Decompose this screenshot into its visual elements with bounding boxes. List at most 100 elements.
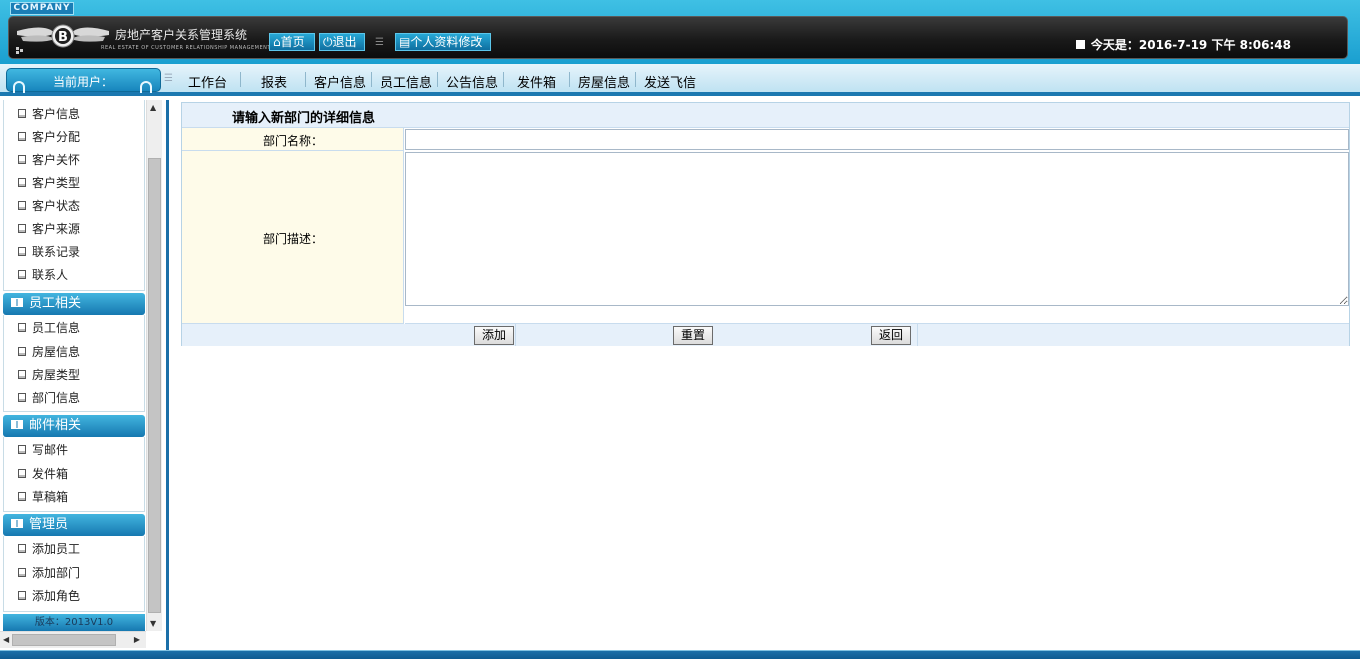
sidebar-item-customer-source[interactable]: 客户来源	[18, 219, 138, 239]
cell-separator	[917, 324, 918, 346]
home-button[interactable]: ⌂首页	[269, 33, 315, 51]
sidebar-item-customer-status[interactable]: 客户状态	[18, 196, 138, 216]
bottom-strip	[0, 650, 1360, 659]
date-display: 今天是：2016-7-19 下午 8:06:48	[1075, 36, 1291, 53]
sidebar-divider[interactable]	[162, 100, 169, 650]
nav-separator	[437, 72, 438, 87]
header: COMPANY B 房地产客户关系管理系统 REAL ESTATE OF CUS…	[0, 0, 1360, 64]
system-subtitle: REAL ESTATE OF CUSTOMER RELATIONSHIP MAN…	[101, 45, 296, 51]
cell-separator	[515, 324, 516, 346]
form-title-row: 请输入新部门的详细信息	[182, 103, 1349, 128]
department-form: 请输入新部门的详细信息 部门名称： 部门描述： 添加 重置 返回	[181, 102, 1350, 346]
sidebar-item-dept-info[interactable]: 部门信息	[18, 388, 138, 408]
section-admin[interactable]: 管理员	[3, 514, 145, 536]
sidebar-item-label: 发件箱	[32, 467, 69, 481]
reset-button[interactable]: 重置	[673, 326, 713, 345]
add-button[interactable]: 添加	[474, 326, 514, 345]
sidebar-item-label: 草稿箱	[32, 490, 69, 504]
document-icon	[18, 178, 26, 187]
sidebar-item-add-employee[interactable]: 添加员工	[18, 539, 138, 559]
sidebar-item-label: 客户状态	[32, 199, 81, 213]
sidebar-item-label: 部门信息	[32, 391, 81, 405]
nav-separator	[635, 72, 636, 87]
document-icon	[18, 132, 26, 141]
sidebar-item-label: 添加部门	[32, 566, 81, 580]
document-icon	[18, 568, 26, 577]
dept-desc-label: 部门描述：	[262, 232, 323, 246]
section-employee[interactable]: 员工相关	[3, 293, 145, 315]
sidebar-item-label: 联系记录	[32, 245, 81, 259]
document-icon	[18, 492, 26, 501]
nav-item-workbench[interactable]: 工作台	[188, 72, 227, 91]
sidebar-item-add-role[interactable]: 添加角色	[18, 586, 138, 606]
sidebar-item-write-mail[interactable]: 写邮件	[18, 440, 138, 460]
current-user-box: 当前用户：	[6, 68, 161, 93]
document-icon	[18, 155, 26, 164]
scroll-up-icon[interactable]: ▲	[150, 103, 156, 112]
current-user-label: 当前用户：	[53, 75, 114, 89]
document-icon	[18, 591, 26, 600]
logout-button[interactable]: ⏻退出	[319, 33, 365, 51]
nav-separator	[371, 72, 372, 87]
nav-separator	[503, 72, 504, 87]
document-icon	[18, 323, 26, 332]
sidebar-item-outbox[interactable]: 发件箱	[18, 464, 138, 484]
back-button[interactable]: 返回	[871, 326, 911, 345]
home-icon: ⌂	[273, 35, 281, 49]
sidebar-item-label: 客户信息	[32, 107, 81, 121]
sidebar-item-contacts[interactable]: 联系人	[18, 265, 138, 285]
section-title: 管理员	[29, 517, 69, 532]
sidebar-item-label: 客户类型	[32, 176, 81, 190]
right-ring-icon	[140, 81, 152, 93]
scroll-thumb[interactable]	[12, 634, 116, 646]
square-icon	[1075, 40, 1085, 49]
nav-item-employees[interactable]: 员工信息	[380, 72, 432, 91]
scroll-right-icon[interactable]: ▶	[134, 635, 140, 644]
sidebar-item-drafts[interactable]: 草稿箱	[18, 487, 138, 507]
system-title: 房地产客户关系管理系统	[115, 28, 248, 42]
sidebar-item-label: 客户分配	[32, 130, 81, 144]
sidebar-item-label: 房屋类型	[32, 368, 81, 382]
document-icon	[18, 347, 26, 356]
profile-button[interactable]: ▤个人资料修改	[395, 33, 491, 51]
sidebar-item-house-type[interactable]: 房屋类型	[18, 365, 138, 385]
version-bar: 版本：2013V1.0	[3, 614, 145, 631]
nav-item-notices[interactable]: 公告信息	[446, 72, 498, 91]
sidebar: 客户信息 客户分配 客户关怀 客户类型 客户状态 客户来源 联系记录 联系人 员…	[0, 100, 162, 650]
sidebar-item-contact-records[interactable]: 联系记录	[18, 242, 138, 262]
sidebar-item-employee-info[interactable]: 员工信息	[18, 318, 138, 338]
nav-item-customers[interactable]: 客户信息	[314, 72, 366, 91]
dept-name-input[interactable]	[405, 129, 1349, 150]
header-bar: B 房地产客户关系管理系统 REAL ESTATE OF CUSTOMER RE…	[8, 16, 1348, 59]
scroll-left-icon[interactable]: ◀	[3, 635, 9, 644]
sidebar-item-add-dept[interactable]: 添加部门	[18, 563, 138, 583]
document-icon	[18, 445, 26, 454]
book-icon	[11, 519, 23, 528]
scroll-thumb[interactable]	[148, 158, 161, 613]
power-icon: ⏻	[323, 35, 333, 49]
logout-label: 退出	[332, 35, 357, 49]
sidebar-item-house-info[interactable]: 房屋信息	[18, 342, 138, 362]
dept-name-label: 部门名称：	[262, 134, 323, 148]
sidebar-item-customer-type[interactable]: 客户类型	[18, 173, 138, 193]
sidebar-vertical-scrollbar[interactable]: ▲ ▼	[146, 100, 162, 631]
sidebar-item-label: 员工信息	[32, 321, 81, 335]
nav-item-houses[interactable]: 房屋信息	[578, 72, 630, 91]
sidebar-item-customer-care[interactable]: 客户关怀	[18, 150, 138, 170]
scroll-down-icon[interactable]: ▼	[150, 619, 156, 628]
sidebar-item-customer-info[interactable]: 客户信息	[18, 104, 138, 124]
sidebar-horizontal-scrollbar[interactable]: ◀ ▶	[0, 631, 146, 648]
document-icon	[18, 469, 26, 478]
document-icon	[18, 201, 26, 210]
nav-item-fetion[interactable]: 发送飞信	[644, 72, 696, 91]
section-mail[interactable]: 邮件相关	[3, 415, 145, 437]
sidebar-item-customer-assign[interactable]: 客户分配	[18, 127, 138, 147]
sidebar-item-label: 联系人	[32, 268, 69, 282]
nav-item-outbox[interactable]: 发件箱	[517, 72, 556, 91]
sidebar-item-label: 客户关怀	[32, 153, 81, 167]
button-row: 添加 重置 返回	[182, 324, 1349, 346]
document-icon	[18, 544, 26, 553]
document-icon	[18, 247, 26, 256]
nav-item-report[interactable]: 报表	[261, 72, 287, 91]
dept-desc-textarea[interactable]	[405, 152, 1349, 306]
